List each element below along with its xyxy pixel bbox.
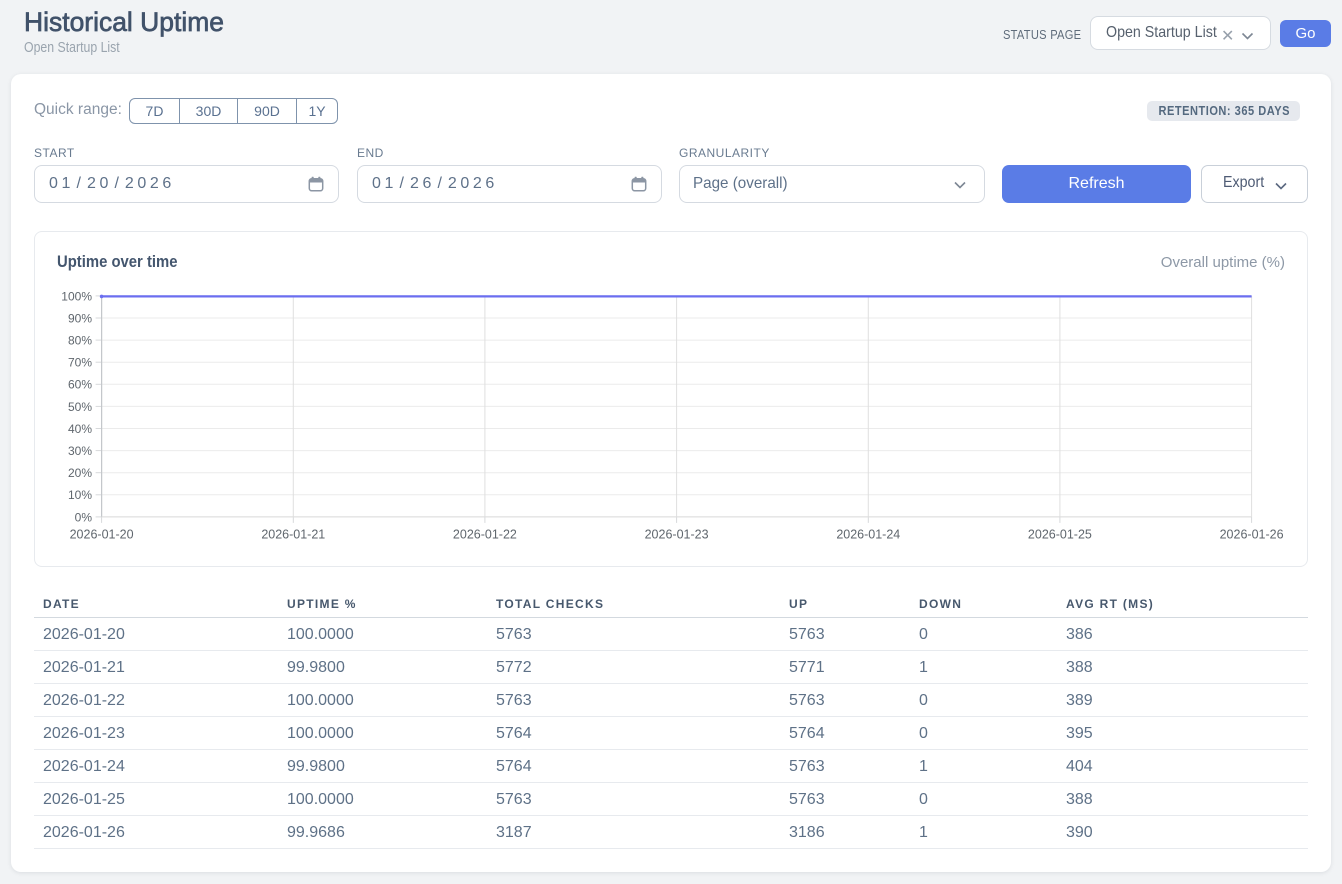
- svg-text:90%: 90%: [68, 311, 92, 325]
- svg-text:2026-01-22: 2026-01-22: [453, 528, 517, 542]
- svg-text:60%: 60%: [68, 378, 92, 392]
- svg-text:50%: 50%: [68, 400, 92, 414]
- svg-text:2026-01-21: 2026-01-21: [261, 528, 325, 542]
- svg-text:2026-01-24: 2026-01-24: [836, 528, 900, 542]
- svg-text:40%: 40%: [68, 422, 92, 436]
- svg-text:80%: 80%: [68, 334, 92, 348]
- svg-text:2026-01-26: 2026-01-26: [1220, 528, 1284, 542]
- svg-text:100%: 100%: [61, 289, 92, 303]
- svg-text:10%: 10%: [68, 488, 92, 502]
- svg-text:2026-01-23: 2026-01-23: [645, 528, 709, 542]
- svg-text:20%: 20%: [68, 466, 92, 480]
- svg-text:2026-01-25: 2026-01-25: [1028, 528, 1092, 542]
- svg-text:2026-01-20: 2026-01-20: [70, 528, 134, 542]
- svg-text:70%: 70%: [68, 356, 92, 370]
- svg-text:0%: 0%: [75, 510, 93, 524]
- svg-text:30%: 30%: [68, 444, 92, 458]
